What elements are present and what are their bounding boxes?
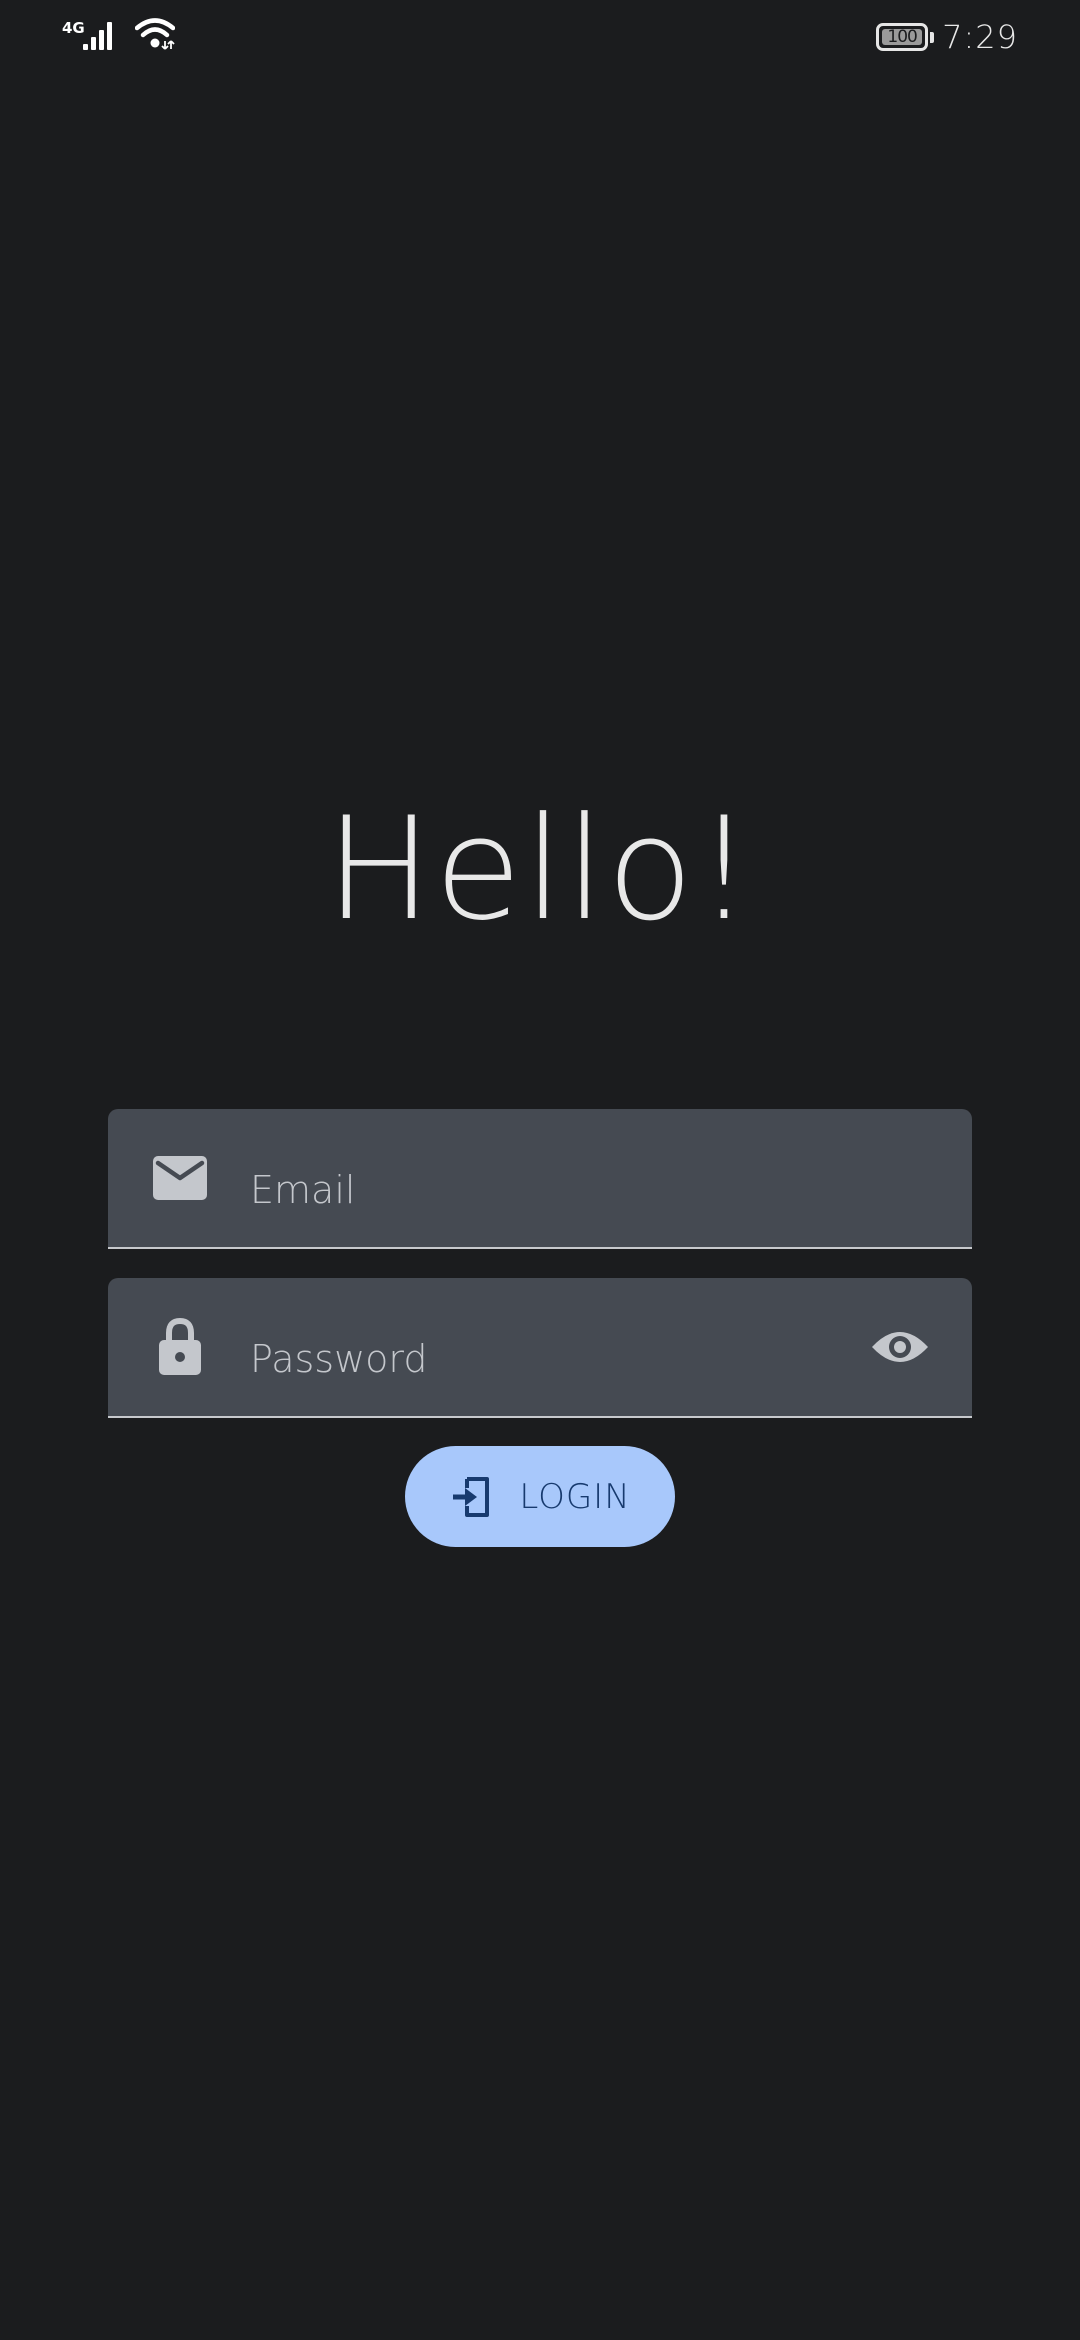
- battery-icon: 100: [876, 23, 935, 51]
- email-field[interactable]: [108, 1109, 972, 1259]
- password-input[interactable]: [250, 1278, 810, 1428]
- wifi-icon: [134, 16, 175, 54]
- mail-icon: [152, 1150, 208, 1206]
- login-screen: 4G 100 7:29 Hello! Email LOGIN: [0, 0, 1080, 2340]
- eye-icon[interactable]: [868, 1315, 932, 1379]
- page-title: Hello!: [325, 787, 755, 952]
- login-icon: [449, 1475, 493, 1519]
- login-button[interactable]: LOGIN: [405, 1446, 675, 1547]
- signal-bars-icon: [82, 18, 117, 54]
- status-left-group: 4G: [62, 18, 175, 54]
- status-right-group: 100 7:29: [876, 18, 1018, 56]
- status-clock: 7:29: [942, 18, 1018, 56]
- network-type-label: 4G: [62, 19, 85, 37]
- lock-icon: [152, 1318, 208, 1375]
- login-button-label: LOGIN: [519, 1476, 631, 1517]
- status-bar: 4G 100 7:29: [0, 0, 1080, 72]
- email-input[interactable]: [250, 1109, 810, 1259]
- password-field[interactable]: [108, 1278, 972, 1428]
- battery-level-label: 100: [887, 26, 917, 47]
